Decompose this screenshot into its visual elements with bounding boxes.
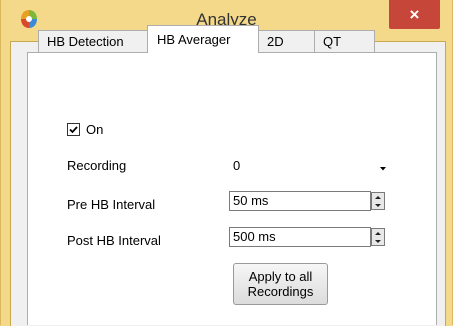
on-checkbox-label: On xyxy=(86,122,104,137)
apply-button-line2: Recordings xyxy=(247,284,314,299)
recording-label: Recording xyxy=(67,158,127,173)
tab-hb-detection[interactable]: HB Detection xyxy=(38,30,148,52)
on-checkbox[interactable]: On xyxy=(67,122,103,137)
post-hb-interval-label: Post HB Interval xyxy=(67,233,161,248)
apply-to-all-recordings-button[interactable]: Apply to all Recordings xyxy=(233,263,328,305)
post-hb-interval-spinner[interactable] xyxy=(371,228,385,246)
tab-2d[interactable]: 2D xyxy=(258,30,315,52)
tab-label: HB Detection xyxy=(47,34,124,49)
tab-panel-hb-averager xyxy=(27,52,437,325)
checkmark-icon xyxy=(69,126,78,134)
analyze-window: Analyze × HB Detection HB Averager 2D QT… xyxy=(0,0,453,326)
checkbox-box[interactable] xyxy=(67,123,80,136)
close-icon: × xyxy=(409,4,420,24)
pre-hb-interval-input[interactable]: 50 ms xyxy=(229,191,371,211)
tab-label: QT xyxy=(323,34,342,49)
pre-hb-interval-spinner[interactable] xyxy=(371,192,385,210)
tab-hb-averager[interactable]: HB Averager xyxy=(147,25,259,53)
spin-up-icon[interactable] xyxy=(372,229,384,237)
post-hb-interval-input[interactable]: 500 ms xyxy=(229,227,371,247)
chevron-down-icon[interactable] xyxy=(377,163,389,175)
tab-qt[interactable]: QT xyxy=(314,30,375,52)
spin-down-icon[interactable] xyxy=(372,201,384,209)
recording-select-value[interactable]: 0 xyxy=(233,158,240,173)
tab-label: HB Averager xyxy=(157,32,231,47)
tab-label: 2D xyxy=(267,34,284,49)
apply-button-line1: Apply to all xyxy=(248,269,313,284)
spin-down-icon[interactable] xyxy=(372,237,384,245)
close-button[interactable]: × xyxy=(389,0,440,29)
spin-up-icon[interactable] xyxy=(372,193,384,201)
pre-hb-interval-label: Pre HB Interval xyxy=(67,197,156,212)
